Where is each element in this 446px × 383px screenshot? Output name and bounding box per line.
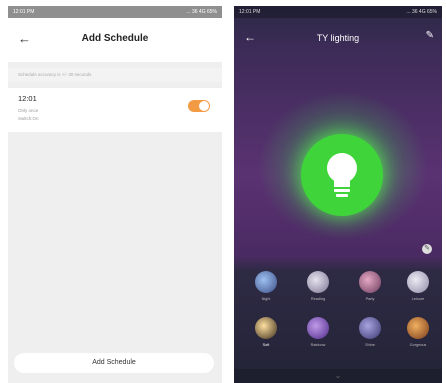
schedule-accuracy-note: Schedule accuracy is +/- 30 seconds bbox=[8, 68, 222, 82]
status-time: 12:01 PM bbox=[239, 9, 261, 15]
toggle-knob bbox=[199, 101, 209, 111]
schedule-time: 12:01 bbox=[18, 94, 37, 103]
scene-soft[interactable]: Soft bbox=[246, 317, 286, 347]
scene-reading-image bbox=[307, 271, 329, 293]
scene-gorgeous-image bbox=[407, 317, 429, 339]
scene-night[interactable]: Night bbox=[246, 271, 286, 301]
scene-soft-image bbox=[255, 317, 277, 339]
scene-rainbow[interactable]: Rainbow bbox=[298, 317, 338, 347]
scene-shine[interactable]: Shine bbox=[350, 317, 390, 347]
scene-shine-image bbox=[359, 317, 381, 339]
color-edit-icon[interactable]: ✎ bbox=[422, 244, 432, 254]
status-time: 12:01 PM bbox=[13, 9, 35, 15]
lighting-control-screen: 12:01 PM ... 36 4G 65% ← TY lighting ✎ ✎… bbox=[234, 6, 442, 383]
lightbulb-icon bbox=[327, 153, 357, 197]
scene-leisure[interactable]: Leisure bbox=[398, 271, 438, 301]
scene-night-image bbox=[255, 271, 277, 293]
device-title: TY lighting bbox=[316, 33, 360, 43]
scene-label: Night bbox=[261, 297, 271, 301]
scene-rainbow-image bbox=[307, 317, 329, 339]
top-bar: ← TY lighting ✎ bbox=[234, 18, 442, 62]
add-schedule-button[interactable]: Add Schedule bbox=[14, 353, 214, 373]
status-bar: 12:01 PM ... 36 4G 65% bbox=[8, 6, 222, 18]
status-indicators: ... 36 4G 65% bbox=[186, 9, 217, 15]
scene-label: Leisure bbox=[411, 297, 425, 301]
scene-label: Soft bbox=[262, 343, 270, 347]
top-bar: ← Add Schedule bbox=[8, 18, 222, 62]
scene-party[interactable]: Party bbox=[350, 271, 390, 301]
page-title: Add Schedule bbox=[81, 33, 149, 44]
schedule-toggle[interactable] bbox=[188, 100, 210, 112]
add-schedule-screen: 12:01 PM ... 36 4G 65% ← Add Schedule Sc… bbox=[8, 6, 222, 383]
scene-label: Gorgeous bbox=[409, 343, 427, 347]
scene-gorgeous[interactable]: Gorgeous bbox=[398, 317, 438, 347]
status-bar: 12:01 PM ... 36 4G 65% bbox=[234, 6, 442, 18]
schedule-item[interactable]: 12:01 Only once Switch:On bbox=[8, 88, 222, 132]
schedule-repeat: Only once bbox=[18, 108, 39, 113]
scene-label: Reading bbox=[310, 297, 326, 301]
status-indicators: ... 36 4G 65% bbox=[406, 9, 437, 15]
scene-party-image bbox=[359, 271, 381, 293]
scene-label: Party bbox=[365, 297, 375, 301]
scene-label: Shine bbox=[365, 343, 375, 347]
scene-reading[interactable]: Reading bbox=[298, 271, 338, 301]
edit-icon[interactable]: ✎ bbox=[426, 30, 434, 41]
bottom-handle-bar[interactable]: ⌄ bbox=[234, 369, 442, 383]
schedule-action: Switch:On bbox=[18, 116, 39, 121]
scene-label: Rainbow bbox=[310, 343, 326, 347]
bulb-power-button[interactable] bbox=[301, 134, 383, 216]
scene-leisure-image bbox=[407, 271, 429, 293]
